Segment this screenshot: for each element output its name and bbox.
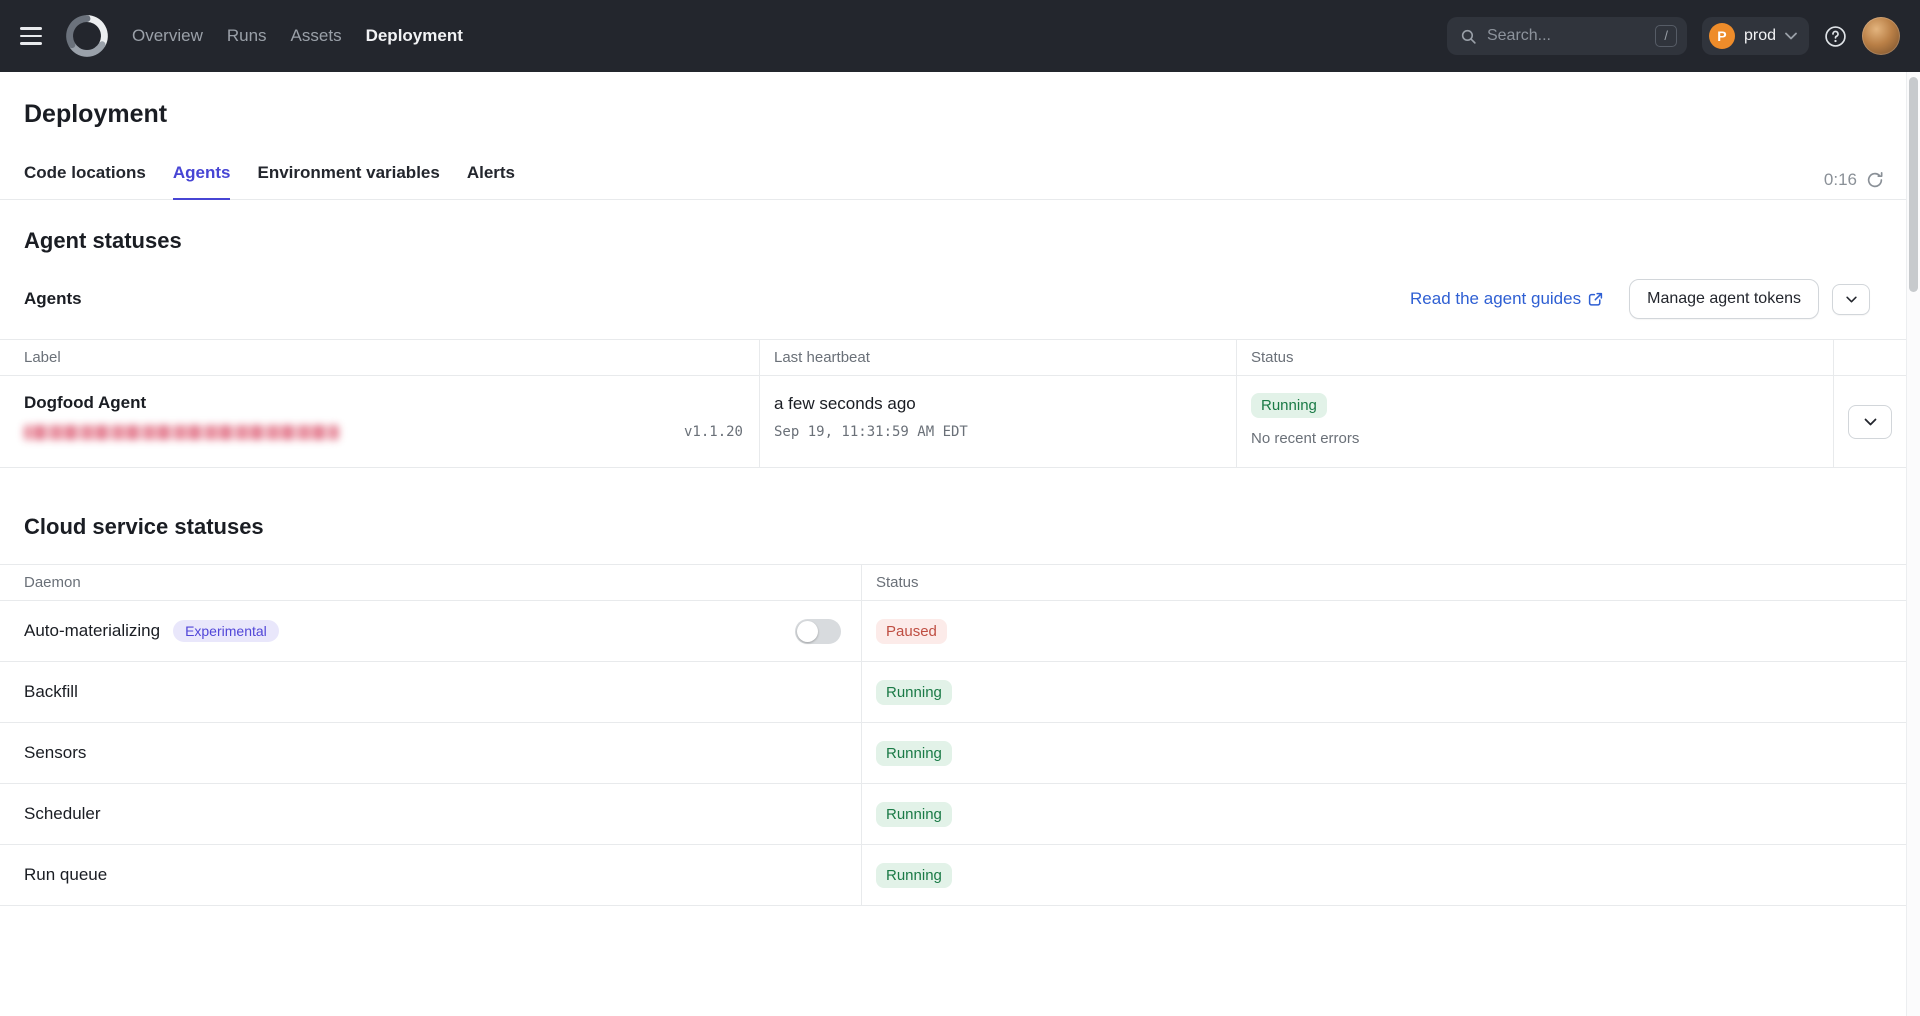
daemon-status-badge: Running — [876, 863, 952, 888]
refresh-countdown: 0:16 — [1824, 170, 1857, 190]
agent-status-note: No recent errors — [1251, 430, 1819, 447]
daemon-row-scheduler: Scheduler Running — [0, 784, 1906, 845]
deployment-page: Deployment Code locations Agents Environ… — [0, 72, 1906, 906]
agents-table: Label Last heartbeat Status Dogfood Agen… — [0, 339, 1906, 468]
nav-runs[interactable]: Runs — [227, 26, 267, 46]
daemon-status-cell: Running — [861, 662, 1906, 722]
heartbeat-relative: a few seconds ago — [774, 394, 1222, 414]
cloud-table-header: Daemon Status — [0, 565, 1906, 601]
chevron-down-icon — [1864, 418, 1877, 426]
agent-heartbeat-cell: a few seconds ago Sep 19, 11:31:59 AM ED… — [759, 376, 1236, 467]
menu-icon — [20, 21, 50, 51]
daemon-status-cell: Paused — [861, 601, 1906, 661]
daemon-row-run-queue: Run queue Running — [0, 845, 1906, 906]
agents-toolbar: Agents Read the agent guides Manage agen… — [0, 254, 1906, 339]
agent-status-badge: Running — [1251, 393, 1327, 418]
external-link-icon — [1588, 292, 1603, 307]
daemon-status-cell: Running — [861, 845, 1906, 905]
daemon-cell: Run queue — [0, 845, 861, 905]
col-status: Status — [1236, 340, 1833, 375]
daemon-row-sensors: Sensors Running — [0, 723, 1906, 784]
help-icon — [1824, 25, 1847, 48]
refresh-timer: 0:16 — [1824, 170, 1906, 199]
search-input[interactable] — [1485, 26, 1647, 46]
agent-tokens-menu-button[interactable] — [1832, 284, 1870, 315]
agent-name: Dogfood Agent — [24, 393, 743, 413]
daemon-status-cell: Running — [861, 784, 1906, 844]
agents-subheading: Agents — [24, 289, 82, 309]
scrollbar-thumb[interactable] — [1909, 77, 1918, 292]
daemon-status-badge: Paused — [876, 619, 947, 644]
daemon-status-badge: Running — [876, 680, 952, 705]
dagster-logo[interactable] — [64, 13, 110, 59]
agent-guides-link-label: Read the agent guides — [1410, 289, 1581, 309]
user-avatar[interactable] — [1862, 17, 1900, 55]
deployment-switcher[interactable]: P prod — [1702, 17, 1809, 55]
daemon-name: Sensors — [24, 743, 86, 763]
search-shortcut-key: / — [1655, 25, 1677, 47]
refresh-icon[interactable] — [1866, 171, 1884, 189]
daemon-cell: Auto-materializing Experimental — [0, 601, 861, 661]
col-label: Label — [0, 340, 759, 375]
tabs-bar: Code locations Agents Environment variab… — [0, 155, 1906, 200]
search-icon — [1460, 28, 1477, 45]
tab-agents[interactable]: Agents — [173, 155, 231, 200]
chevron-down-icon — [1846, 296, 1857, 303]
deployment-avatar: P — [1709, 23, 1735, 49]
agent-label-cell: Dogfood Agent v1.1.20 — [0, 376, 759, 467]
help-button[interactable] — [1824, 25, 1847, 48]
tab-alerts[interactable]: Alerts — [467, 155, 515, 200]
navbar-right: / P prod — [1447, 17, 1900, 55]
agent-status-cell: Running No recent errors — [1236, 376, 1833, 467]
auto-materializing-toggle[interactable] — [795, 619, 841, 644]
cloud-service-statuses-heading: Cloud service statuses — [0, 468, 1906, 540]
daemon-name: Scheduler — [24, 804, 101, 824]
deployment-name: prod — [1744, 27, 1776, 45]
col-last-heartbeat: Last heartbeat — [759, 340, 1236, 375]
manage-agent-tokens-button[interactable]: Manage agent tokens — [1629, 279, 1819, 319]
daemon-status-cell: Running — [861, 723, 1906, 783]
tab-environment-variables[interactable]: Environment variables — [257, 155, 439, 200]
daemon-cell: Scheduler — [0, 784, 861, 844]
daemon-name: Run queue — [24, 865, 107, 885]
primary-nav: Overview Runs Assets Deployment — [132, 26, 463, 46]
agent-id-redacted — [24, 425, 339, 440]
col-daemon-status: Status — [861, 565, 1906, 600]
nav-deployment[interactable]: Deployment — [366, 26, 463, 46]
menu-button[interactable] — [20, 21, 50, 51]
agent-actions-cell — [1833, 376, 1906, 467]
col-daemon: Daemon — [0, 565, 861, 600]
daemon-status-badge: Running — [876, 802, 952, 827]
nav-overview[interactable]: Overview — [132, 26, 203, 46]
page-title: Deployment — [0, 72, 1906, 129]
search-box[interactable]: / — [1447, 17, 1687, 55]
deployment-tabs: Code locations Agents Environment variab… — [0, 155, 539, 199]
heartbeat-timestamp: Sep 19, 11:31:59 AM EDT — [774, 424, 1222, 440]
chevron-down-icon — [1785, 32, 1797, 40]
daemon-name: Backfill — [24, 682, 78, 702]
daemon-name: Auto-materializing — [24, 621, 160, 641]
daemon-cell: Backfill — [0, 662, 861, 722]
daemon-status-badge: Running — [876, 741, 952, 766]
experimental-badge: Experimental — [173, 620, 279, 642]
agent-row: Dogfood Agent v1.1.20 a few seconds ago … — [0, 376, 1906, 468]
agents-table-header: Label Last heartbeat Status — [0, 340, 1906, 376]
col-actions — [1833, 340, 1906, 375]
daemon-cell: Sensors — [0, 723, 861, 783]
top-navbar: Overview Runs Assets Deployment / P prod — [0, 0, 1920, 72]
scrollbar[interactable] — [1906, 72, 1920, 1016]
expand-agent-row-button[interactable] — [1848, 405, 1892, 439]
cloud-services-table: Daemon Status Auto-materializing Experim… — [0, 564, 1906, 906]
agent-guides-link[interactable]: Read the agent guides — [1410, 289, 1603, 309]
daemon-row-backfill: Backfill Running — [0, 662, 1906, 723]
daemon-row-auto-materializing: Auto-materializing Experimental Paused — [0, 601, 1906, 662]
agent-statuses-heading: Agent statuses — [0, 200, 1906, 254]
tab-code-locations[interactable]: Code locations — [24, 155, 146, 200]
nav-assets[interactable]: Assets — [291, 26, 342, 46]
agent-version: v1.1.20 — [684, 424, 743, 440]
toggle-knob — [797, 621, 818, 642]
